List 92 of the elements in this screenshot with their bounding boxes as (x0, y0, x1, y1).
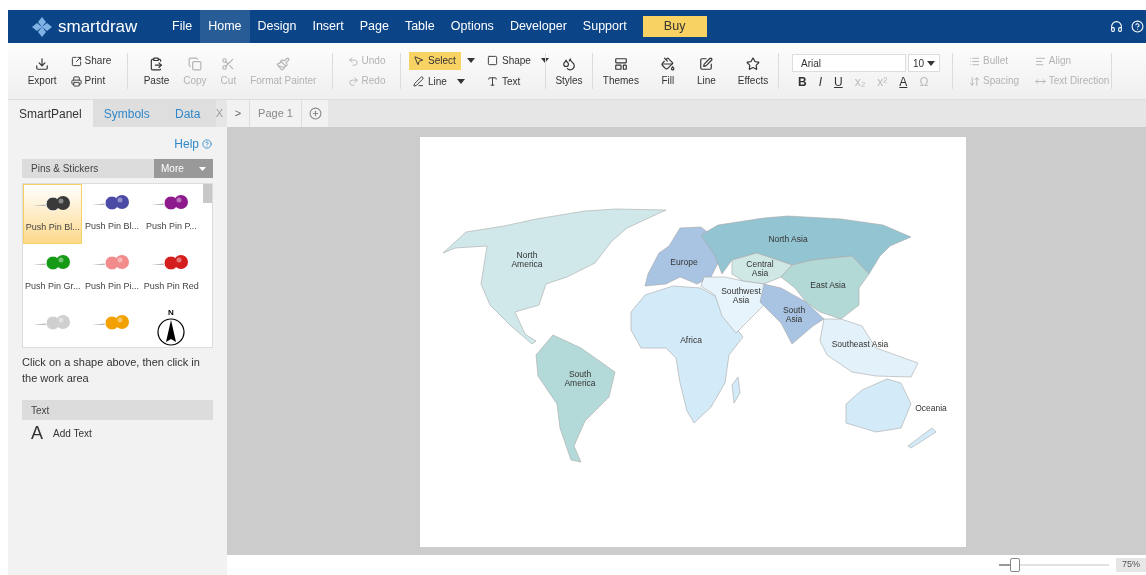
symbol-label: Push Pin Pi... (84, 280, 139, 293)
effects-icon (746, 56, 760, 71)
export-icon (35, 56, 50, 71)
print-button[interactable]: Print (70, 75, 112, 87)
region-label: Oceania (914, 403, 947, 413)
nav-button[interactable]: > (227, 100, 250, 127)
export-button[interactable]: Export (23, 56, 61, 86)
scrollbar-thumb[interactable] (203, 184, 212, 203)
menu-tab[interactable]: Support (574, 10, 635, 43)
region-label: Africa (679, 335, 702, 345)
symbol-item[interactable]: Push Pin Gr... (23, 244, 83, 304)
add-icon (308, 107, 322, 120)
spacing-icon (969, 75, 980, 87)
text-style-button[interactable]: B (798, 76, 807, 88)
symbol-label: Push Pin Bl... (25, 221, 80, 234)
logo-icon (32, 16, 52, 37)
caret-icon[interactable] (927, 60, 935, 66)
effects-button[interactable]: Effects (733, 56, 773, 86)
region-label: North America (510, 250, 543, 269)
symbol-item[interactable]: N (141, 304, 201, 347)
pointer-icon (413, 55, 424, 66)
undo-icon (347, 55, 359, 67)
menu-tab[interactable]: File (164, 10, 201, 43)
font-size-dropdown[interactable]: 10 (908, 54, 940, 72)
symbol-label: Push Pin P... (145, 220, 197, 233)
menu-tab[interactable]: Developer (501, 10, 575, 43)
print-icon (70, 75, 82, 87)
logo-text: smartdraw (58, 18, 138, 35)
share-button[interactable]: Share (70, 55, 112, 67)
headset-icon[interactable] (1110, 20, 1123, 33)
text-style-button[interactable]: A (899, 76, 908, 88)
menu-tab[interactable]: Table (396, 10, 443, 43)
help-link[interactable]: Help (174, 135, 199, 153)
themes-button[interactable]: Themes (598, 56, 643, 86)
region-label: South Asia (782, 305, 805, 324)
copy-icon (187, 56, 202, 71)
tool-button[interactable]: Select (409, 51, 461, 70)
region-label: Southeast Asia (831, 339, 888, 349)
region-label: Europe (669, 257, 698, 267)
region-label: North Asia (767, 234, 808, 244)
menu-tab[interactable]: Options (442, 10, 502, 43)
tool-button[interactable]: Text (483, 72, 525, 91)
menu-tab[interactable]: Insert (304, 10, 352, 43)
menu-tab[interactable]: Design (249, 10, 305, 43)
symbol-label: Push Pin Bl... (84, 220, 139, 233)
menu-tab[interactable]: Page (351, 10, 397, 43)
fill-icon (660, 56, 675, 71)
region-label: South America (563, 369, 596, 388)
themes-icon (613, 56, 628, 71)
styles-icon (562, 56, 576, 71)
region-label: Southwest Asia (720, 286, 761, 305)
line-icon (699, 56, 714, 71)
paste-button[interactable]: Paste (139, 56, 174, 86)
region-label: Central Asia (745, 259, 774, 278)
format-painter-icon (276, 56, 291, 71)
paste-icon (149, 56, 164, 71)
add-page-button[interactable] (302, 100, 328, 127)
line-button[interactable]: Line (692, 56, 720, 86)
section-header: Text (22, 400, 213, 420)
caret-icon[interactable] (456, 79, 465, 84)
library-header[interactable]: Pins & Stickers (22, 159, 154, 178)
symbol-item[interactable]: Push Pin P... (141, 184, 201, 244)
caret-icon[interactable] (467, 58, 475, 63)
zoom-reading: 75% (1116, 558, 1146, 572)
text-icon (487, 76, 498, 87)
symbol-item[interactable]: Push Pin Bl... (23, 184, 83, 244)
styles-button[interactable]: Styles (551, 56, 587, 86)
symbol-label: Push Pin Red (143, 280, 199, 293)
bullet-icon (969, 55, 980, 67)
fill-button[interactable]: Fill (656, 56, 679, 86)
pen-icon (413, 76, 424, 87)
buy-button[interactable]: Buy (642, 16, 707, 37)
font-field[interactable]: Arial (792, 54, 906, 72)
panel-tab[interactable]: SmartPanel (8, 100, 93, 127)
cut-icon (221, 56, 236, 71)
panel-hint: Click on a shape above, then click in the work area (22, 355, 201, 386)
align-icon (1034, 55, 1046, 67)
symbol-label: Push Pin Gr... (24, 280, 81, 293)
add-text-item[interactable]: A Add Text (31, 424, 204, 442)
redo-icon (347, 75, 359, 87)
text-style-button[interactable]: I (818, 76, 822, 88)
share-icon (70, 55, 82, 67)
symbol-item[interactable]: Push Pin Pi... (82, 244, 142, 304)
region-label: East Asia (809, 280, 846, 290)
symbol-item[interactable]: Push Pin Red (141, 244, 201, 304)
tool-button[interactable]: Line (409, 72, 451, 91)
tool-button[interactable]: Shape (483, 51, 535, 70)
slider-thumb[interactable] (1010, 558, 1021, 572)
symbol-item[interactable]: Push Pin Bl... (82, 184, 142, 244)
menu-tab[interactable]: Home (200, 10, 250, 43)
text-style-button[interactable]: U (834, 76, 843, 88)
square-icon (487, 55, 498, 66)
